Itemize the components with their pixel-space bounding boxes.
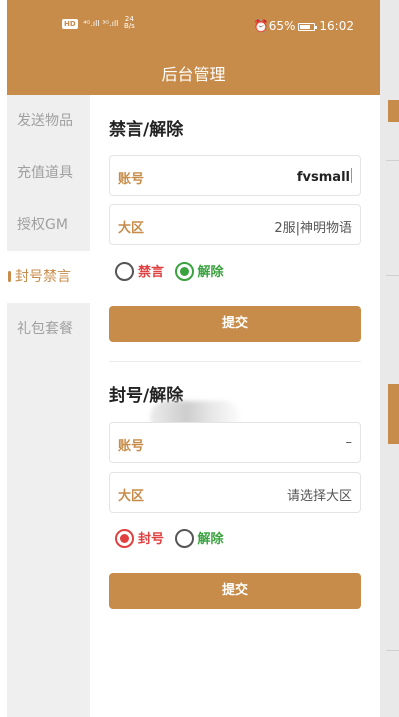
ban-account-field[interactable]: 账号 –: [109, 422, 361, 463]
background-divider: [386, 160, 399, 161]
hd-badge: HD: [62, 18, 78, 29]
ban-radio-group: 封号 解除: [115, 528, 230, 548]
active-marker: [8, 271, 11, 282]
background-divider: [386, 650, 399, 651]
account-value: –: [345, 435, 353, 450]
mute-account-field[interactable]: 账号 fvsmall: [109, 155, 361, 196]
status-bar: HD ⁴ᴳ.ıll ³ᴳ.ıll 24 B/s ⏰65% 16:02: [7, 0, 380, 50]
account-value-text: fvsmall: [296, 170, 350, 185]
mute-radio-label[interactable]: 禁言: [138, 261, 164, 280]
sidebar-item-label: 发送物品: [17, 113, 73, 129]
signal-icon: ⁴ᴳ.ıll ³ᴳ.ıll: [83, 18, 119, 28]
mute-submit-button[interactable]: 提交: [109, 306, 361, 342]
sidebar-item-label: 礼包套餐: [17, 321, 73, 337]
background-strip: [388, 384, 399, 444]
zone-value: 2服|神明物语: [274, 221, 352, 236]
account-label: 账号: [118, 439, 145, 454]
zone-placeholder: 请选择大区: [286, 489, 352, 504]
ban-submit-button[interactable]: 提交: [109, 573, 361, 609]
account-input-value: fvsmall: [297, 168, 352, 185]
page-title: 后台管理: [161, 65, 226, 84]
app-bar: 后台管理: [7, 50, 380, 95]
unban-radio[interactable]: [174, 529, 194, 548]
battery-icon: [298, 23, 318, 31]
admin-panel: HD ⁴ᴳ.ıll ³ᴳ.ıll 24 B/s ⏰65% 16:02 后台管理 发…: [7, 0, 380, 717]
main-content: 禁言/解除 账号 fvsmall 大区 2服|神明物语 禁言 解除 提交 封号/…: [90, 95, 380, 717]
release-radio-selected[interactable]: [174, 262, 194, 281]
battery-fill: [300, 25, 311, 29]
clock: 16:02: [319, 19, 354, 33]
network-speed: 24 B/s: [124, 16, 135, 30]
ban-radio-selected[interactable]: [115, 529, 134, 548]
sidebar: 发送物品 充值道具 授权GM 封号禁言 礼包套餐: [7, 95, 90, 717]
battery-percent: 65%: [268, 19, 296, 33]
zone-label: 大区: [118, 221, 145, 236]
mute-zone-select[interactable]: 大区 2服|神明物语: [109, 204, 361, 245]
section-divider: [109, 361, 361, 362]
zone-label: 大区: [118, 489, 145, 504]
ban-radio-label[interactable]: 封号: [138, 528, 164, 547]
text-cursor: [351, 168, 352, 183]
background-divider: [386, 275, 399, 276]
sidebar-item-label: 授权GM: [17, 217, 68, 233]
mute-radio-group: 禁言 解除: [115, 261, 230, 281]
sidebar-item-authorize-gm[interactable]: 授权GM: [7, 199, 90, 251]
alarm-icon: ⏰: [253, 19, 269, 33]
ban-zone-select[interactable]: 大区 请选择大区: [109, 472, 361, 513]
sidebar-item-label: 充值道具: [17, 165, 73, 181]
sidebar-item-send-items[interactable]: 发送物品: [7, 95, 90, 147]
background-strip: [388, 100, 399, 122]
sidebar-item-gift-packages[interactable]: 礼包套餐: [7, 303, 90, 355]
mute-section-title: 禁言/解除: [109, 120, 184, 140]
sidebar-item-recharge-props[interactable]: 充值道具: [7, 147, 90, 199]
mute-radio[interactable]: [115, 262, 134, 281]
unban-radio-label[interactable]: 解除: [198, 528, 224, 547]
sidebar-item-label: 封号禁言: [15, 269, 71, 285]
status-right: ⏰65% 16:02: [254, 19, 354, 33]
status-left: HD ⁴ᴳ.ıll ³ᴳ.ıll 24 B/s: [62, 16, 135, 30]
sidebar-item-ban-mute[interactable]: 封号禁言: [7, 251, 90, 303]
release-radio-label[interactable]: 解除: [198, 261, 224, 280]
network-speed-unit: B/s: [123, 22, 135, 30]
account-label: 账号: [118, 172, 145, 187]
